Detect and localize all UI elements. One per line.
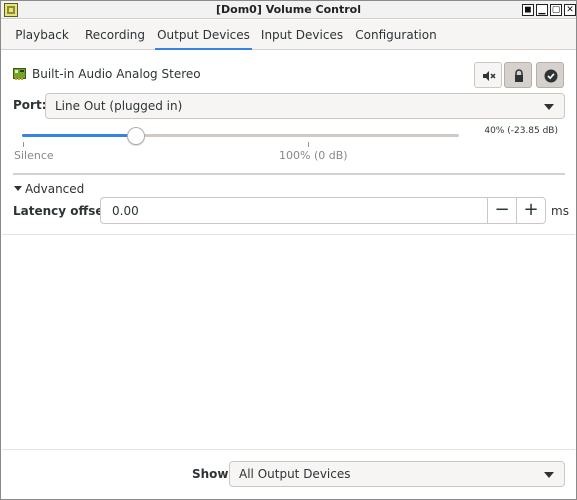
maximize-icon[interactable]: ▢ [550, 4, 562, 16]
port-label: Port: [13, 98, 47, 112]
chevron-down-icon [544, 104, 554, 110]
tab-bar: Playback Recording Output Devices Input … [1, 20, 576, 50]
advanced-label: Advanced [25, 182, 85, 196]
tab-recording[interactable]: Recording [81, 20, 149, 50]
volume-control-window: [Dom0] Volume Control ◼ ▁ ▢ ✕ Playback R… [0, 0, 577, 500]
advanced-expander[interactable]: Advanced [14, 182, 84, 196]
sound-card-icon [13, 67, 26, 80]
minimize-icon[interactable]: ▁ [536, 4, 548, 16]
latency-offset-spinner: 0.00 − + [100, 197, 546, 224]
volume-readout: 40% (-23.85 dB) [484, 126, 558, 136]
show-label: Show: [192, 467, 234, 481]
lock-channels-button[interactable] [504, 62, 532, 88]
set-default-button[interactable] [536, 62, 564, 88]
increment-button[interactable]: + [516, 198, 545, 223]
latency-unit: ms [551, 204, 569, 218]
volume-slider-fill [22, 134, 137, 137]
chevron-down-icon [544, 472, 554, 478]
volume-slider-handle[interactable] [127, 127, 146, 145]
list-divider [2, 234, 575, 235]
device-name: Built-in Audio Analog Stereo [32, 67, 201, 81]
port-value: Line Out (plugged in) [55, 99, 183, 113]
sticky-icon[interactable]: ◼ [522, 4, 534, 16]
mute-button[interactable] [474, 62, 502, 88]
latency-offset-label: Latency offset: [13, 204, 115, 218]
tab-output-devices[interactable]: Output Devices [155, 20, 252, 50]
tab-input-devices[interactable]: Input Devices [258, 20, 346, 50]
decrement-button[interactable]: − [487, 198, 516, 223]
show-dropdown[interactable]: All Output Devices [229, 461, 565, 487]
close-icon[interactable]: ✕ [564, 4, 576, 16]
title-bar[interactable]: [Dom0] Volume Control ◼ ▁ ▢ ✕ [1, 1, 576, 19]
port-dropdown[interactable]: Line Out (plugged in) [45, 93, 565, 119]
normal-volume-label: 100% (0 dB) [279, 149, 348, 162]
tab-playback[interactable]: Playback [7, 20, 77, 50]
footer-divider [2, 449, 575, 450]
expander-arrow-icon [14, 186, 22, 191]
silence-label: Silence [14, 149, 54, 162]
tab-configuration[interactable]: Configuration [352, 20, 440, 50]
show-value: All Output Devices [239, 467, 351, 481]
window-title: [Dom0] Volume Control [216, 3, 361, 16]
tick-100 [308, 142, 309, 147]
tick-silence [23, 142, 24, 147]
latency-offset-input[interactable]: 0.00 [112, 204, 139, 218]
divider [13, 173, 565, 175]
volume-slider[interactable] [22, 134, 459, 137]
